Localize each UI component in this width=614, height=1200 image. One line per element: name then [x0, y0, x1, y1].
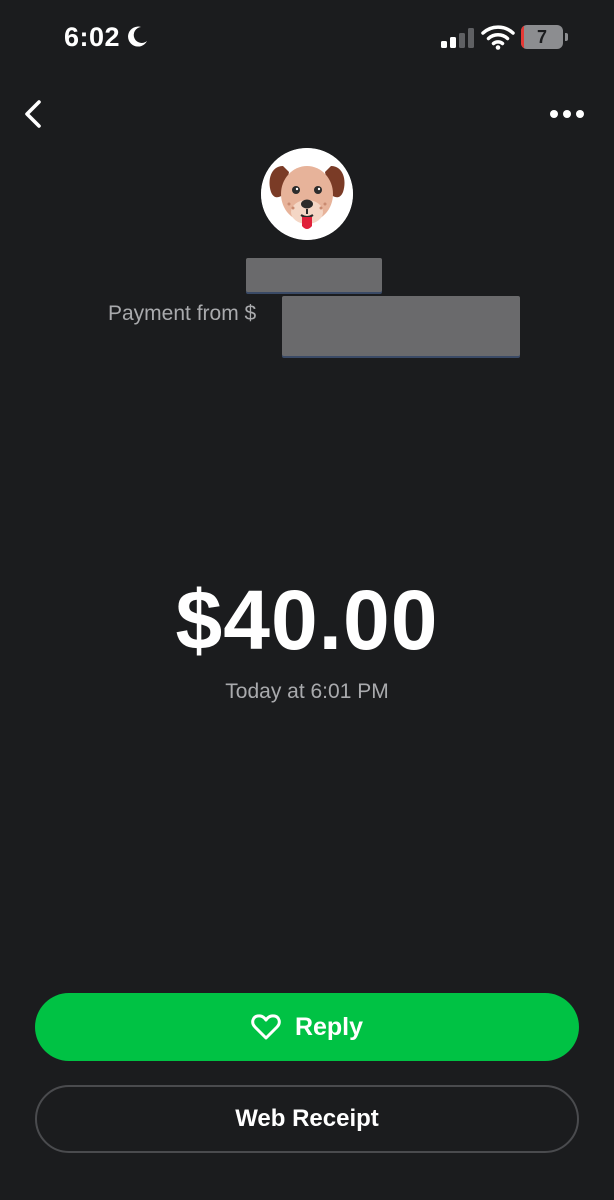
battery-body: 7 — [521, 25, 563, 49]
cellular-signal-icon — [441, 28, 474, 48]
back-button[interactable] — [14, 94, 54, 134]
heart-icon — [251, 1014, 281, 1040]
moon-icon — [128, 26, 147, 47]
web-receipt-button[interactable]: Web Receipt — [35, 1085, 579, 1153]
battery-tip — [565, 33, 568, 41]
dog-face-avatar-icon — [261, 148, 353, 240]
redacted-name — [246, 258, 382, 292]
reply-button[interactable]: Reply — [35, 993, 579, 1061]
battery-level: 7 — [536, 27, 547, 47]
payment-amount: $40.00 — [175, 573, 439, 667]
reply-label: Reply — [294, 1012, 364, 1041]
status-bar: 6:02 7 — [0, 0, 614, 74]
chevron-left-icon — [25, 100, 41, 128]
more-options-button[interactable] — [544, 100, 590, 128]
payment-timestamp: Today at 6:01 PM — [225, 680, 389, 703]
more-horizontal-icon — [550, 110, 584, 118]
web-receipt-label: Web Receipt — [235, 1105, 379, 1132]
battery-icon: 7 — [521, 25, 569, 49]
redacted-cashtag — [282, 296, 520, 356]
payment-from-label: Payment from $ — [108, 302, 257, 325]
status-time: 6:02 — [64, 22, 121, 52]
wifi-icon — [481, 25, 515, 50]
avatar — [261, 148, 353, 240]
